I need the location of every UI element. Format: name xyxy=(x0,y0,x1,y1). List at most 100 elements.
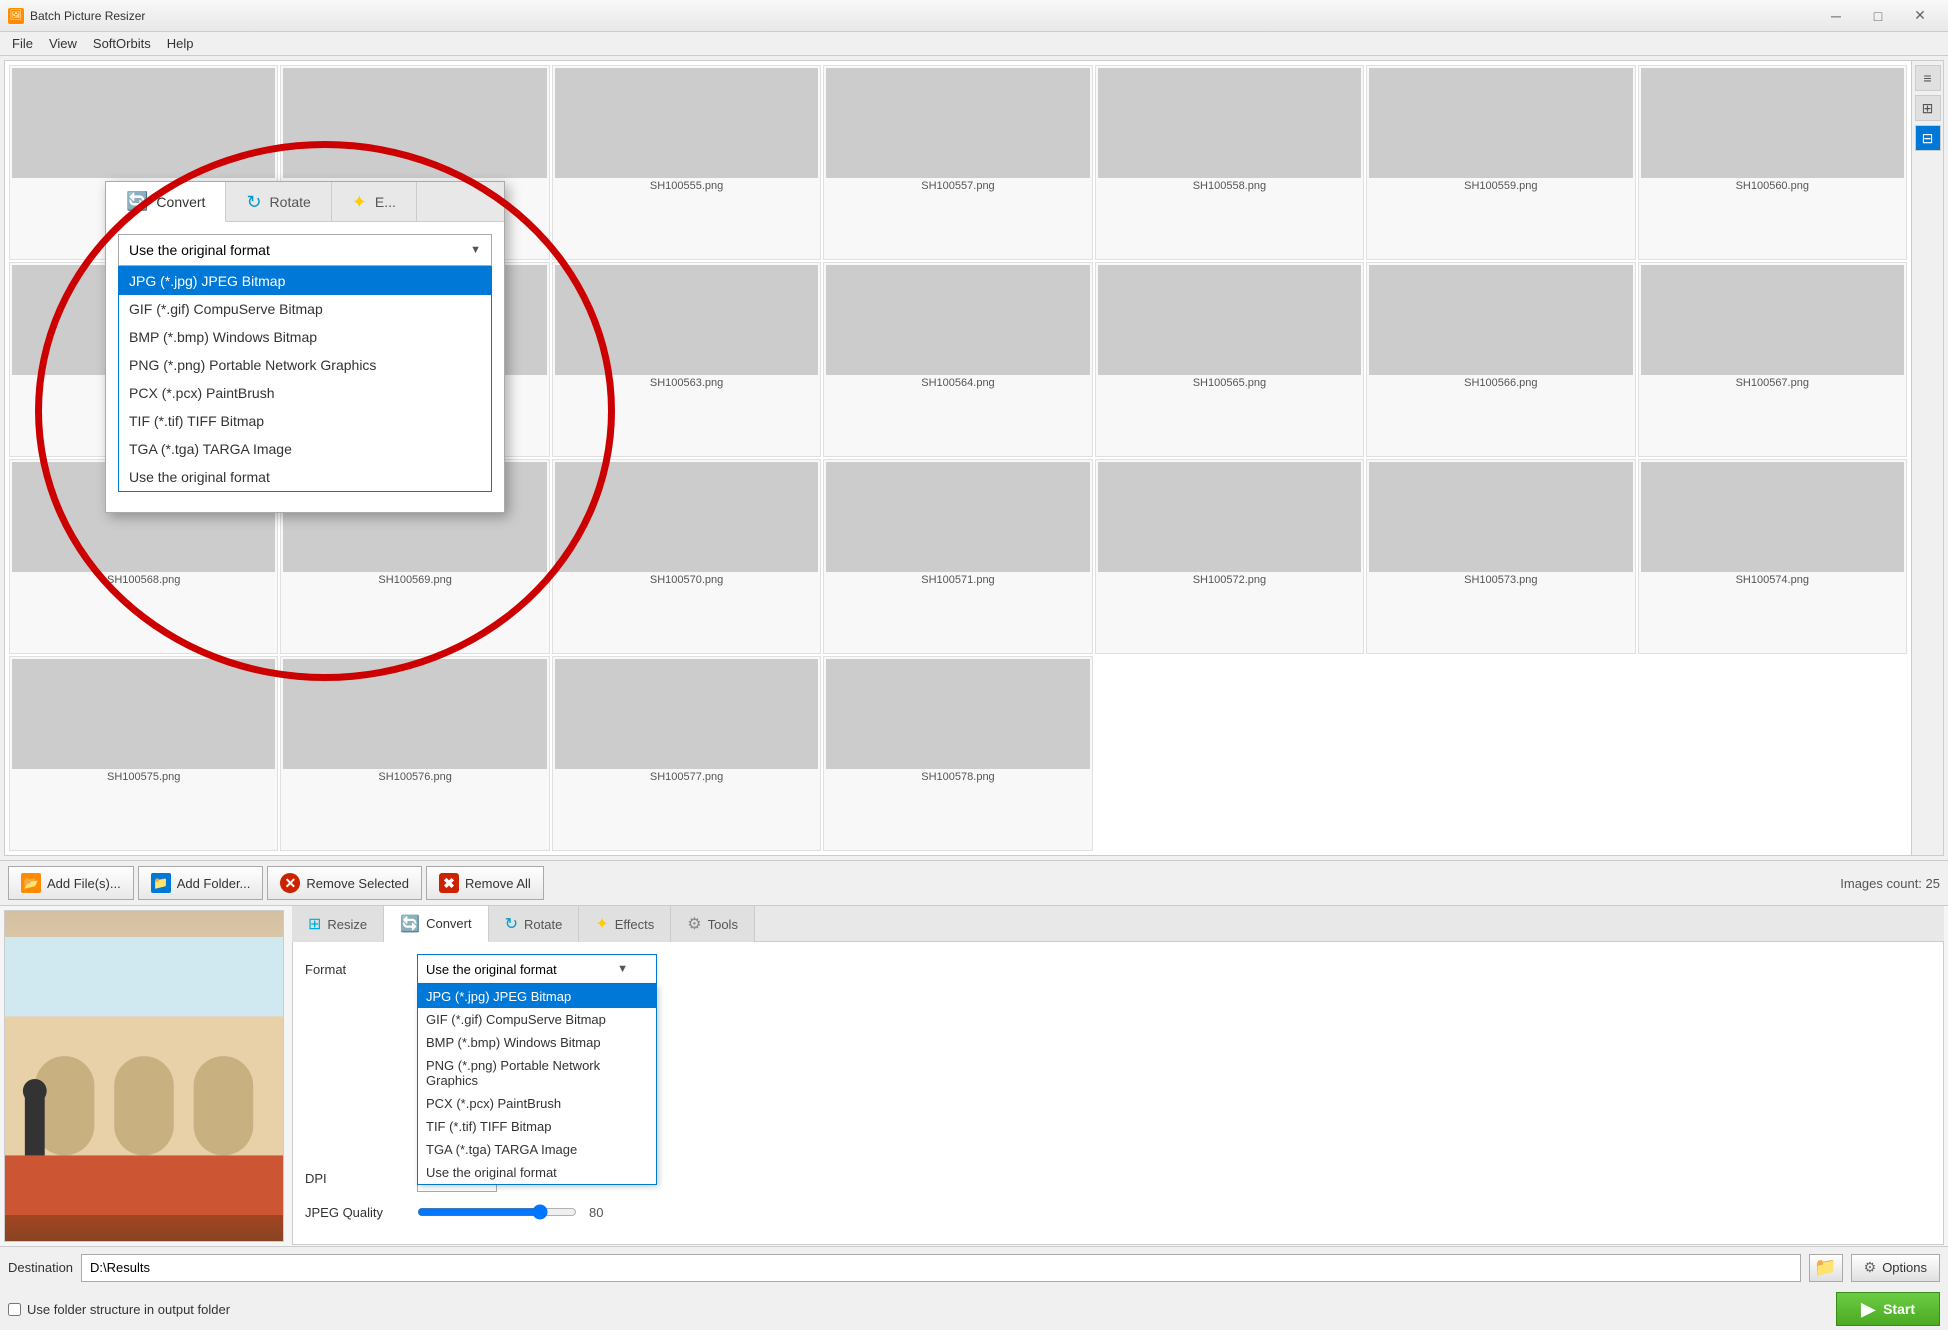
format-current-value: Use the original format xyxy=(426,962,557,977)
options-label: Options xyxy=(1882,1260,1927,1275)
popup-tab-convert[interactable]: 🔄 Convert xyxy=(106,182,226,222)
image-thumb[interactable]: SH100571.png xyxy=(823,459,1092,654)
title-bar: 🖼 Batch Picture Resizer ─ □ ✕ xyxy=(0,0,1948,32)
image-thumb[interactable]: SH100576.png xyxy=(280,656,549,851)
image-thumb[interactable]: SH100575.png xyxy=(9,656,278,851)
image-thumb[interactable]: SH100577.png xyxy=(552,656,821,851)
settings-option-original[interactable]: Use the original format xyxy=(418,1161,656,1184)
thumb-label: SH100558.png xyxy=(1193,180,1266,192)
jpeg-quality-row: JPEG Quality 80 xyxy=(305,1204,1931,1220)
popup-tab-rotate[interactable]: ↻ Rotate xyxy=(226,182,331,222)
format-row: Format Use the original format ▼ JPG (*.… xyxy=(305,954,1931,984)
start-label: Start xyxy=(1883,1301,1915,1317)
menu-help[interactable]: Help xyxy=(159,33,202,55)
options-button[interactable]: ⚙ Options xyxy=(1851,1254,1940,1282)
popup-option-bmp[interactable]: BMP (*.bmp) Windows Bitmap xyxy=(119,323,491,351)
minimize-button[interactable]: ─ xyxy=(1816,1,1856,31)
rotate-tab-label: Rotate xyxy=(524,917,562,932)
thumb-label: SH100560.png xyxy=(1736,180,1809,192)
jpeg-quality-value: 80 xyxy=(589,1205,603,1220)
tab-resize[interactable]: ⊞ Resize xyxy=(292,906,384,942)
main-container: SH100553.pngSH100554.pngSH100555.pngSH10… xyxy=(0,56,1948,1330)
remove-selected-button[interactable]: ✕ Remove Selected xyxy=(267,866,422,900)
folder-structure-checkbox[interactable] xyxy=(8,1303,21,1316)
add-files-button[interactable]: 📂 Add File(s)... xyxy=(8,866,134,900)
tab-rotate[interactable]: ↻ Rotate xyxy=(489,906,580,942)
settings-option-jpg[interactable]: JPG (*.jpg) JPEG Bitmap xyxy=(418,985,656,1008)
image-thumb[interactable]: SH100570.png xyxy=(552,459,821,654)
settings-option-bmp[interactable]: BMP (*.bmp) Windows Bitmap xyxy=(418,1031,656,1054)
preview-image xyxy=(5,911,283,1241)
popup-option-tif[interactable]: TIF (*.tif) TIFF Bitmap xyxy=(119,407,491,435)
format-chevron-icon: ▼ xyxy=(617,963,628,975)
app-icon: 🖼 xyxy=(8,8,24,24)
settings-option-tif[interactable]: TIF (*.tif) TIFF Bitmap xyxy=(418,1115,656,1138)
tab-tools[interactable]: ⚙ Tools xyxy=(671,906,755,942)
thumb-label: SH100566.png xyxy=(1464,377,1537,389)
popup-format-select[interactable]: Use the original format ▼ xyxy=(118,234,492,266)
settings-option-tga[interactable]: TGA (*.tga) TARGA Image xyxy=(418,1138,656,1161)
image-thumb[interactable]: SH100566.png xyxy=(1366,262,1635,457)
jpeg-quality-label: JPEG Quality xyxy=(305,1205,405,1220)
sidebar-right: ≡ ⊞ ⊟ xyxy=(1911,61,1943,855)
settings-panel: ⊞ Resize 🔄 Convert ↻ Rotate ✦ Effects ⚙ xyxy=(288,906,1948,1246)
preview-panel xyxy=(4,910,284,1242)
image-thumb[interactable]: SH100563.png xyxy=(552,262,821,457)
settings-option-png[interactable]: PNG (*.png) Portable Network Graphics xyxy=(418,1054,656,1092)
format-select-box[interactable]: Use the original format ▼ xyxy=(417,954,657,984)
tab-effects[interactable]: ✦ Effects xyxy=(579,906,671,942)
menu-file[interactable]: File xyxy=(4,33,41,55)
restore-button[interactable]: □ xyxy=(1858,1,1898,31)
add-folder-icon: 📁 xyxy=(151,873,171,893)
sidebar-btn-1[interactable]: ≡ xyxy=(1915,65,1941,91)
image-thumb[interactable]: SH100565.png xyxy=(1095,262,1364,457)
destination-bar: Destination 📁 ⚙ Options xyxy=(0,1246,1948,1288)
folder-structure-row: Use folder structure in output folder xyxy=(8,1302,230,1317)
settings-option-pcx[interactable]: PCX (*.pcx) PaintBrush xyxy=(418,1092,656,1115)
settings-tab-bar: ⊞ Resize 🔄 Convert ↻ Rotate ✦ Effects ⚙ xyxy=(292,906,1944,942)
popup-option-jpg[interactable]: JPG (*.jpg) JPEG Bitmap xyxy=(119,267,491,295)
popup-tab-effects-label: E... xyxy=(375,194,396,210)
add-files-label: Add File(s)... xyxy=(47,876,121,891)
popup-option-original[interactable]: Use the original format xyxy=(119,463,491,491)
image-thumb[interactable]: SH100572.png xyxy=(1095,459,1364,654)
thumb-label: SH100557.png xyxy=(921,180,994,192)
menu-view[interactable]: View xyxy=(41,33,85,55)
popup-format-box: Use the original format ▼ JPG (*.jpg) JP… xyxy=(118,234,492,492)
images-count: Images count: 25 xyxy=(1840,876,1940,891)
tab-convert[interactable]: 🔄 Convert xyxy=(384,906,488,942)
resize-tab-icon: ⊞ xyxy=(308,914,321,934)
image-thumb[interactable]: SH100557.png xyxy=(823,65,1092,260)
image-thumb[interactable]: SH100574.png xyxy=(1638,459,1907,654)
destination-browse-button[interactable]: 📁 xyxy=(1809,1254,1843,1282)
destination-input[interactable] xyxy=(81,1254,1801,1282)
menu-softorbits[interactable]: SoftOrbits xyxy=(85,33,159,55)
image-thumb[interactable]: SH100559.png xyxy=(1366,65,1635,260)
popup-option-gif[interactable]: GIF (*.gif) CompuServe Bitmap xyxy=(119,295,491,323)
sidebar-btn-2[interactable]: ⊞ xyxy=(1915,95,1941,121)
image-thumb[interactable]: SH100564.png xyxy=(823,262,1092,457)
remove-all-button[interactable]: ✖ Remove All xyxy=(426,866,544,900)
thumb-label: SH100569.png xyxy=(378,574,451,586)
close-button[interactable]: ✕ xyxy=(1900,1,1940,31)
image-thumb[interactable]: SH100567.png xyxy=(1638,262,1907,457)
jpeg-quality-slider[interactable] xyxy=(417,1204,577,1220)
popup-option-tga[interactable]: TGA (*.tga) TARGA Image xyxy=(119,435,491,463)
thumb-label: SH100573.png xyxy=(1464,574,1537,586)
image-thumb[interactable]: SH100555.png xyxy=(552,65,821,260)
popup-option-pcx[interactable]: PCX (*.pcx) PaintBrush xyxy=(119,379,491,407)
image-thumb[interactable]: SH100558.png xyxy=(1095,65,1364,260)
popup-tab-effects[interactable]: ✦ E... xyxy=(332,182,417,222)
image-thumb[interactable]: SH100578.png xyxy=(823,656,1092,851)
thumb-label: SH100578.png xyxy=(921,771,994,783)
add-folder-button[interactable]: 📁 Add Folder... xyxy=(138,866,264,900)
bottom-toolbar: 📂 Add File(s)... 📁 Add Folder... ✕ Remov… xyxy=(0,860,1948,906)
start-button[interactable]: ▶ Start xyxy=(1836,1292,1940,1326)
image-thumb[interactable]: SH100560.png xyxy=(1638,65,1907,260)
remove-selected-label: Remove Selected xyxy=(306,876,409,891)
sidebar-btn-3[interactable]: ⊟ xyxy=(1915,125,1941,151)
image-thumb[interactable]: SH100573.png xyxy=(1366,459,1635,654)
thumb-label: SH100568.png xyxy=(107,574,180,586)
popup-option-png[interactable]: PNG (*.png) Portable Network Graphics xyxy=(119,351,491,379)
settings-option-gif[interactable]: GIF (*.gif) CompuServe Bitmap xyxy=(418,1008,656,1031)
